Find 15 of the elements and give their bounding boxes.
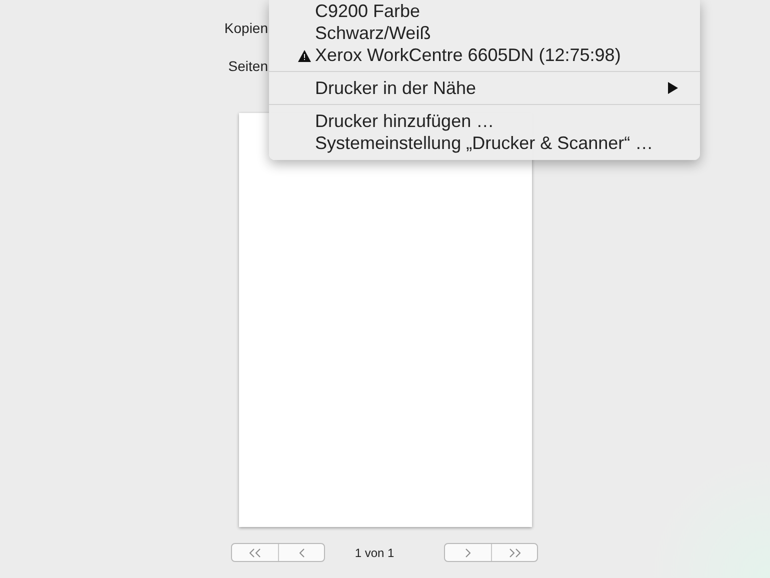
menu-item[interactable]: Systemeinstellung „Drucker & Scanner“ … (269, 132, 700, 154)
page-count: 1 von 1 (354, 546, 394, 560)
menu-item[interactable]: C9200 Farbe (269, 0, 700, 22)
field-label: Seiten (228, 58, 268, 74)
chevron-left-icon (298, 548, 306, 558)
menu-item[interactable]: Drucker in der Nähe (269, 77, 700, 99)
chevron-right-icon (464, 548, 472, 558)
warning-icon (298, 50, 311, 62)
menu-item[interactable]: Schwarz/Weiß (269, 22, 700, 44)
menu-item[interactable]: Xerox WorkCentre 6605DN (12:75:98) (269, 44, 700, 66)
submenu-arrow-icon (668, 82, 678, 94)
double-chevron-right-icon (508, 548, 522, 558)
menu-item[interactable]: Drucker hinzufügen … (269, 110, 700, 132)
double-chevron-left-icon (248, 548, 262, 558)
field-label: Kopien (224, 20, 268, 36)
